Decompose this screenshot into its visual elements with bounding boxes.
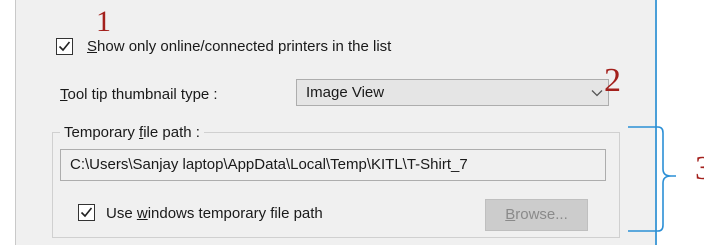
group-title-prefix: Temporary bbox=[64, 124, 140, 141]
browse-button[interactable]: Browse... bbox=[485, 199, 588, 231]
tooltip-thumbnail-dropdown[interactable]: Image View bbox=[296, 79, 609, 106]
checkmark-icon bbox=[58, 41, 71, 52]
browse-button-label: rowse... bbox=[515, 206, 568, 223]
mnemonic-t: T bbox=[60, 86, 68, 103]
mnemonic-b: B bbox=[505, 206, 516, 223]
use-windows-temp-suffix: indows temporary file path bbox=[147, 205, 323, 222]
show-online-printers-text: how only online/connected printers in th… bbox=[97, 38, 392, 55]
use-windows-temp-prefix: Use bbox=[106, 205, 137, 222]
mnemonic-s: S bbox=[87, 38, 98, 55]
use-windows-temp-label: Use windows temporary file path bbox=[106, 205, 323, 223]
tooltip-thumbnail-label: Tool tip thumbnail type : bbox=[60, 86, 218, 104]
annotation-number-2: 2 bbox=[604, 62, 621, 99]
chevron-down-icon bbox=[591, 90, 603, 97]
temp-file-path-value: C:\Users\Sanjay laptop\AppData\Local\Tem… bbox=[70, 156, 468, 173]
show-online-printers-checkbox[interactable] bbox=[56, 38, 73, 55]
group-title-suffix: ile path : bbox=[143, 124, 200, 141]
temp-file-path-field[interactable]: C:\Users\Sanjay laptop\AppData\Local\Tem… bbox=[60, 149, 606, 181]
checkmark-icon bbox=[80, 207, 93, 218]
temp-file-path-group-title: Temporary file path : bbox=[60, 124, 204, 142]
mnemonic-w: w bbox=[136, 205, 148, 222]
screenshot-canvas: 1 Show only online/connected printers in… bbox=[0, 0, 704, 245]
dropdown-selected-value: Image View bbox=[306, 84, 385, 101]
tooltip-thumbnail-text: ool tip thumbnail type : bbox=[67, 86, 218, 103]
annotation-number-3: 3 bbox=[695, 150, 704, 187]
annotation-number-1: 1 bbox=[96, 5, 111, 38]
use-windows-temp-checkbox[interactable] bbox=[78, 204, 95, 221]
annotation-bracket bbox=[628, 126, 676, 232]
show-online-printers-label: Show only online/connected printers in t… bbox=[87, 38, 391, 56]
